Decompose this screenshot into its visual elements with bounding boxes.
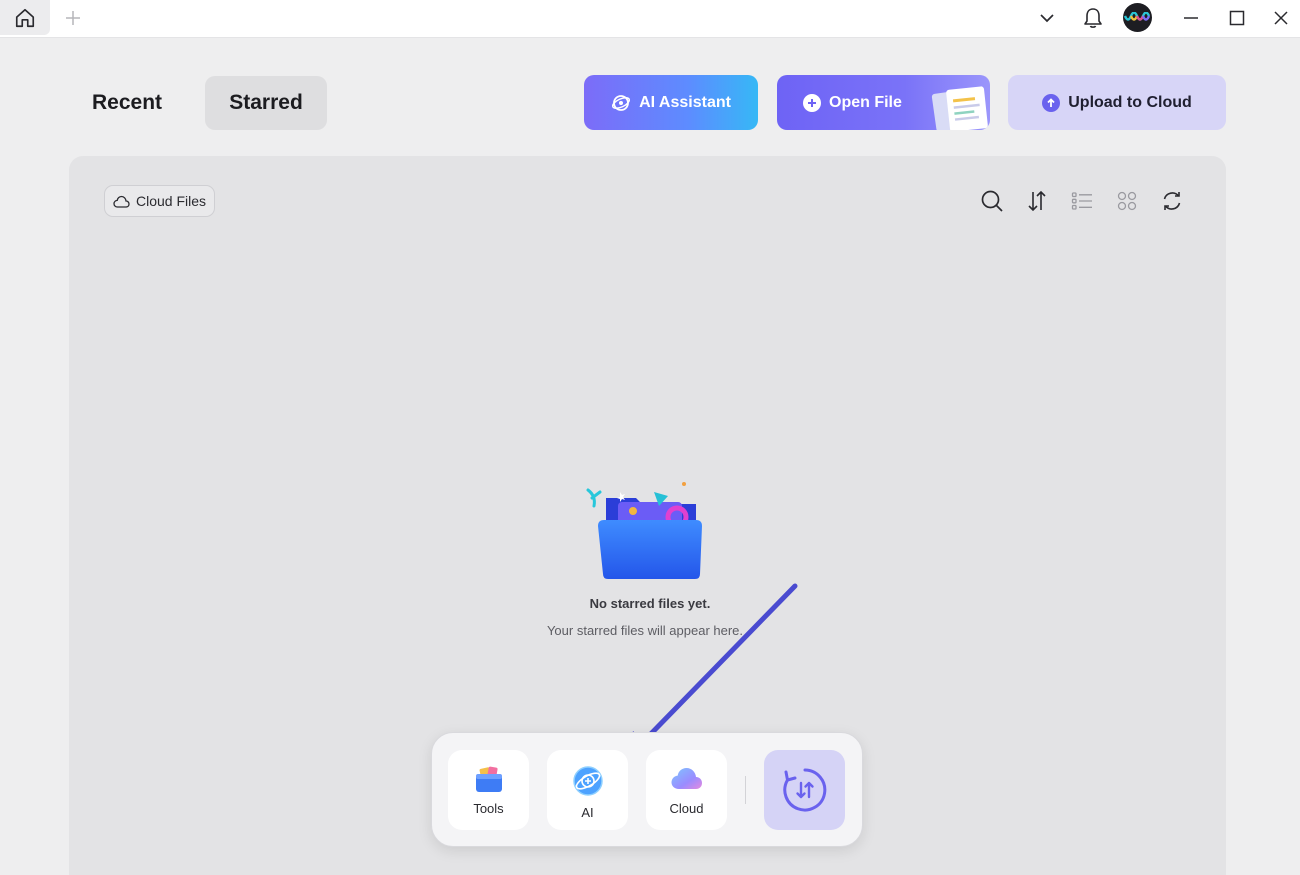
dock-cloud-button[interactable]: Cloud (646, 750, 727, 830)
maximize-icon (1229, 10, 1245, 25)
chevron-down-icon (1040, 13, 1054, 22)
plus-icon (66, 11, 80, 25)
home-icon (15, 8, 35, 27)
dock-tools-label: Tools (473, 801, 504, 816)
open-file-label: Open File (829, 93, 902, 111)
grid-view-icon (1117, 191, 1137, 211)
toolbox-icon (475, 766, 502, 792)
upload-to-cloud-label: Upload to Cloud (1068, 93, 1192, 111)
minimize-icon (1184, 16, 1198, 19)
plus-circle-icon (803, 93, 821, 112)
close-icon (1274, 10, 1288, 25)
ai-assistant-icon (612, 94, 631, 111)
upload-arrow-icon (1042, 93, 1061, 112)
dock-cloud-label: Cloud (669, 801, 704, 816)
sync-convert-icon (782, 768, 826, 812)
sort-icon (1028, 190, 1046, 212)
cloud-storage-icon (671, 768, 702, 789)
empty-state-subtitle: Your starred files will appear here. (546, 623, 744, 638)
dock-convert-button[interactable] (764, 750, 845, 830)
maximize-button[interactable] (1222, 0, 1252, 35)
cloud-files-label: Cloud Files (135, 193, 207, 209)
close-button[interactable] (1266, 0, 1296, 35)
ai-assistant-label: AI Assistant (639, 93, 731, 111)
refresh-icon (1163, 192, 1181, 210)
upload-to-cloud-button[interactable]: Upload to Cloud (1008, 75, 1226, 130)
list-view-icon (1071, 192, 1092, 210)
search-icon (981, 190, 1003, 212)
home-tab[interactable] (0, 0, 50, 35)
sort-button[interactable] (1024, 188, 1050, 214)
documents-illustration-icon (931, 86, 988, 130)
user-avatar[interactable] (1122, 0, 1152, 35)
ai-orb-icon (572, 766, 603, 796)
dock-separator (745, 776, 746, 804)
tab-recent[interactable]: Recent (72, 76, 182, 130)
dock-ai-button[interactable]: AI (547, 750, 628, 830)
tab-starred[interactable]: Starred (205, 76, 327, 130)
ai-assistant-button[interactable]: AI Assistant (584, 75, 758, 130)
empty-folder-illustration-icon (586, 482, 702, 579)
dock-tools-button[interactable]: Tools (448, 750, 529, 830)
dock-ai-label: AI (581, 805, 594, 820)
grid-view-button[interactable] (1114, 188, 1140, 214)
search-button[interactable] (979, 188, 1005, 214)
cloud-files-filter[interactable]: Cloud Files (104, 185, 215, 217)
new-tab-button[interactable] (60, 5, 86, 31)
cloud-icon (113, 195, 130, 208)
minimize-button[interactable] (1176, 0, 1206, 35)
avatar-icon (1122, 3, 1152, 32)
list-view-button[interactable] (1069, 188, 1095, 214)
notifications-button[interactable] (1078, 0, 1108, 35)
dropdown-button[interactable] (1034, 0, 1060, 35)
bell-icon (1084, 7, 1102, 28)
empty-state-title: No starred files yet. (589, 596, 711, 611)
title-bar (0, 0, 1300, 38)
refresh-button[interactable] (1159, 188, 1185, 214)
